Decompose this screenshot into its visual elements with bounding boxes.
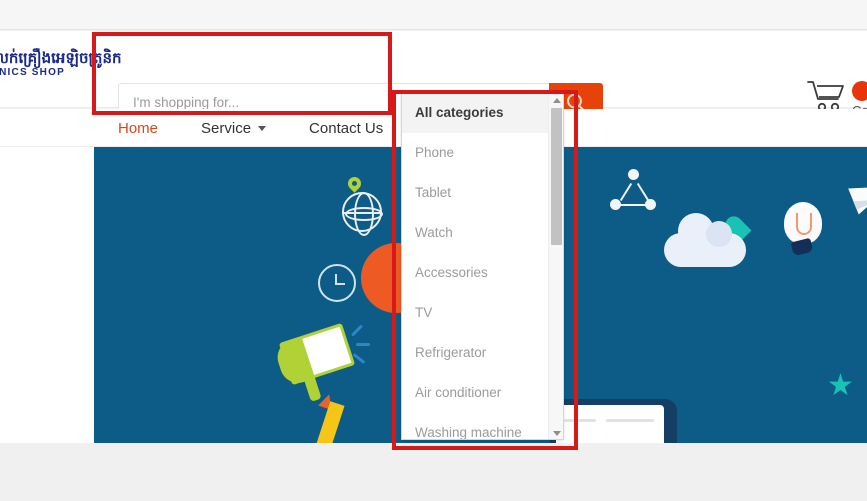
- location-pin-icon: [345, 174, 364, 193]
- tablet-screen: [556, 405, 664, 443]
- dropdown-item-washing-machine[interactable]: Washing machine: [402, 413, 550, 439]
- dropdown-item-phone[interactable]: Phone: [402, 133, 550, 173]
- page-root: ut ហាងលក់គ្រឿងអេឡិចត្រូនិក CTRONICS SHOP…: [0, 0, 867, 501]
- dropdown-scrollbar[interactable]: [548, 93, 563, 439]
- nav-item-home[interactable]: Home: [118, 120, 158, 137]
- cart-badge: [852, 81, 867, 101]
- page-bottom-area: [0, 444, 867, 501]
- chevron-down-icon: [258, 125, 267, 131]
- scrollbar-thumb[interactable]: [551, 108, 562, 245]
- lightbulb-base: [790, 237, 814, 257]
- caret-down-icon[interactable]: [552, 431, 561, 436]
- star-icon: ★: [827, 369, 854, 402]
- nav-item-contact-us[interactable]: Contact Us: [309, 120, 383, 137]
- logo-khmer-text: ហាងលក់គ្រឿងអេឡិចត្រូនិក: [0, 50, 122, 67]
- hero-left-gutter: [0, 147, 94, 443]
- nav-item-service-label: Service: [201, 119, 252, 137]
- dropdown-item-refrigerator[interactable]: Refrigerator: [402, 333, 550, 373]
- dropdown-item-tablet[interactable]: Tablet: [402, 173, 550, 213]
- nav-items: Home Service Contact Us: [118, 109, 426, 147]
- nav-item-contact-label: Contact Us: [309, 119, 384, 137]
- dropdown-item-watch[interactable]: Watch: [402, 213, 550, 253]
- cloud-icon: [664, 213, 746, 267]
- caret-up-icon[interactable]: [552, 98, 561, 103]
- clock-icon: [318, 264, 356, 302]
- category-dropdown-list: All categories Phone Tablet Watch Access…: [402, 93, 550, 439]
- globe-icon: [342, 192, 383, 236]
- lightbulb-filament: [796, 213, 812, 235]
- logo-english-text: CTRONICS SHOP: [0, 67, 65, 78]
- site-logo[interactable]: ហាងលក់គ្រឿងអេឡិចត្រូនិក CTRONICS SHOP: [0, 50, 122, 78]
- share-nodes-icon: [610, 169, 656, 215]
- dropdown-item-all-categories[interactable]: All categories: [402, 93, 550, 133]
- nav-item-service[interactable]: Service: [201, 119, 267, 137]
- megaphone-ray: [356, 343, 370, 346]
- dropdown-item-tv[interactable]: TV: [402, 293, 550, 333]
- pencil-icon: [310, 401, 345, 443]
- dropdown-item-accessories[interactable]: Accessories: [402, 253, 550, 293]
- megaphone-ray: [350, 324, 364, 337]
- top-utility-bar: ut: [0, 0, 867, 30]
- dropdown-item-air-conditioner[interactable]: Air conditioner: [402, 373, 550, 413]
- nav-item-home-label: Home: [118, 119, 159, 137]
- category-dropdown[interactable]: All categories Phone Tablet Watch Access…: [401, 92, 564, 440]
